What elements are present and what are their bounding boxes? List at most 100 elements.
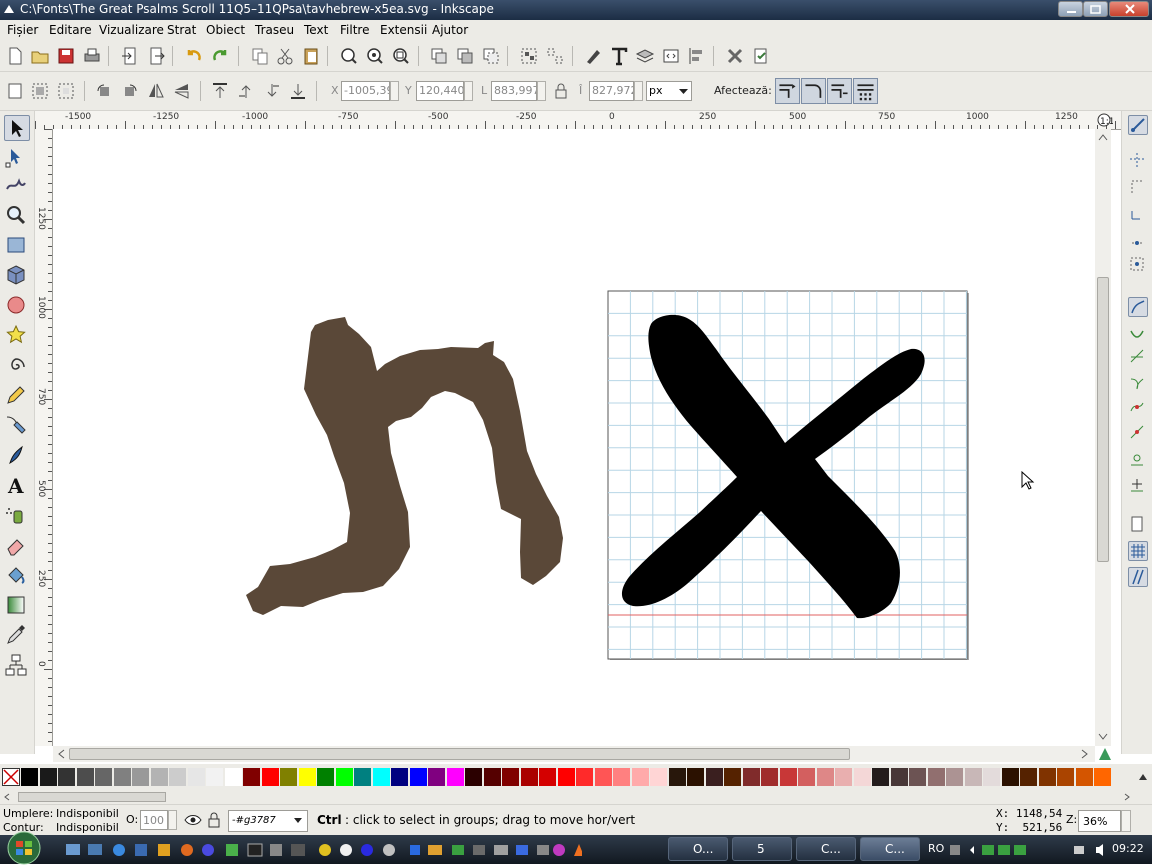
save-icon[interactable] [56, 46, 76, 66]
snap-guides[interactable] [1128, 567, 1148, 587]
menu-object[interactable]: Obiect [206, 23, 245, 37]
transform-gradient-icon[interactable] [827, 78, 852, 104]
vertical-scrollbar[interactable] [1095, 129, 1111, 746]
vertical-scroll-thumb[interactable] [1097, 277, 1109, 562]
snap-bbox-midpoints[interactable] [1128, 229, 1148, 249]
duplicate-icon[interactable] [429, 46, 449, 66]
paint-bucket-tool[interactable] [4, 563, 30, 589]
palette-scrollbar[interactable] [0, 790, 1152, 804]
color-swatch[interactable] [39, 768, 57, 786]
horizontal-scrollbar[interactable] [53, 746, 1111, 762]
align-distribute-icon[interactable] [687, 46, 707, 66]
3d-box-tool[interactable] [4, 263, 30, 289]
spiral-tool[interactable] [4, 353, 30, 379]
color-swatch[interactable] [428, 768, 445, 786]
snap-bbox-center[interactable] [1128, 255, 1148, 275]
zoom-correction-icon[interactable]: 1:1 [1096, 112, 1113, 129]
color-swatch[interactable] [650, 768, 667, 786]
snap-cusp-nodes[interactable] [1128, 373, 1148, 393]
color-swatch[interactable] [835, 768, 852, 786]
color-swatch[interactable] [483, 768, 501, 786]
export-icon[interactable] [146, 46, 166, 66]
selector-tool[interactable] [4, 115, 30, 141]
zoom-tool[interactable] [4, 203, 30, 229]
eye-icon[interactable] [184, 812, 202, 828]
taskbar-button[interactable]: C... [796, 837, 856, 861]
color-swatch[interactable] [761, 768, 778, 786]
color-swatch[interactable] [853, 768, 871, 786]
select-all-layers-icon[interactable] [30, 81, 50, 101]
redo-icon[interactable] [210, 46, 230, 66]
language-indicator[interactable]: RO [928, 842, 944, 855]
color-swatch[interactable] [502, 768, 519, 786]
taskbar-button-active[interactable]: C... [860, 837, 920, 861]
snap-midpoints[interactable] [1128, 423, 1148, 443]
xml-editor-icon[interactable] [661, 46, 681, 66]
scroll-right-icon[interactable] [1081, 749, 1089, 759]
rectangle-tool[interactable] [4, 233, 30, 259]
color-swatch[interactable] [594, 768, 612, 786]
horizontal-scroll-thumb[interactable] [69, 748, 850, 760]
color-swatch[interactable] [150, 768, 168, 786]
raise-icon[interactable] [236, 81, 256, 101]
document-properties-icon[interactable] [751, 46, 771, 66]
color-swatch[interactable] [261, 768, 279, 786]
scroll-up-icon[interactable] [1098, 133, 1108, 141]
pencil-tool[interactable] [4, 383, 30, 409]
color-swatch[interactable] [946, 768, 963, 786]
taskbar-button[interactable]: O... [668, 837, 728, 861]
color-swatch[interactable] [779, 768, 797, 786]
height-spinner[interactable] [634, 81, 643, 101]
color-swatch[interactable] [576, 768, 593, 786]
print-icon[interactable] [82, 46, 102, 66]
palette-menu-icon[interactable] [1138, 772, 1148, 782]
snap-rotation-center[interactable] [1128, 475, 1148, 495]
lower-icon[interactable] [262, 81, 282, 101]
color-swatch[interactable] [58, 768, 75, 786]
taskbar-button[interactable]: 5 [732, 837, 792, 861]
snap-object-center[interactable] [1128, 449, 1148, 469]
undo-icon[interactable] [184, 46, 204, 66]
color-swatch[interactable] [317, 768, 334, 786]
snap-nodes[interactable] [1128, 297, 1148, 317]
ungroup-icon[interactable] [545, 46, 565, 66]
color-swatch[interactable] [169, 768, 186, 786]
layer-lock-icon[interactable] [207, 811, 221, 829]
menu-edit[interactable]: Editare [49, 23, 92, 37]
scale-corners-icon[interactable] [801, 78, 826, 104]
rotate-cw-icon[interactable] [120, 81, 140, 101]
quick-launch-icons[interactable] [62, 842, 582, 858]
snap-toggle[interactable] [1128, 115, 1148, 135]
lock-icon[interactable] [551, 81, 571, 101]
tweak-tool[interactable] [4, 173, 30, 199]
color-management-icon[interactable] [1097, 746, 1113, 762]
menu-extensions[interactable]: Extensii [380, 23, 427, 37]
clock[interactable]: 09:22 [1112, 842, 1144, 855]
color-swatch[interactable] [280, 768, 297, 786]
paste-icon[interactable] [301, 46, 321, 66]
select-all-icon[interactable] [5, 81, 25, 101]
color-swatch[interactable] [372, 768, 390, 786]
palette-scroll-left-icon[interactable] [4, 793, 10, 801]
color-swatch[interactable] [298, 768, 316, 786]
text-font-icon[interactable] [609, 46, 629, 66]
opacity-field[interactable]: 100 [140, 810, 168, 830]
y-field[interactable]: 120,440 [416, 81, 464, 101]
snap-page[interactable] [1128, 515, 1148, 535]
scroll-down-icon[interactable] [1098, 733, 1108, 741]
color-swatch[interactable] [113, 768, 131, 786]
snap-smooth-nodes[interactable] [1128, 397, 1148, 417]
color-swatch[interactable] [1094, 768, 1111, 786]
new-document-icon[interactable] [5, 46, 25, 66]
raise-to-top-icon[interactable] [210, 81, 230, 101]
height-field[interactable]: 827,972 [589, 81, 634, 101]
stroke-value[interactable]: Indisponibil [56, 821, 119, 834]
color-swatch[interactable] [446, 768, 464, 786]
open-icon[interactable] [30, 46, 50, 66]
color-swatch[interactable] [1001, 768, 1019, 786]
deselect-icon[interactable] [56, 81, 76, 101]
color-swatch[interactable] [964, 768, 982, 786]
color-swatch[interactable] [95, 768, 112, 786]
import-icon[interactable] [120, 46, 140, 66]
color-swatch[interactable] [557, 768, 575, 786]
